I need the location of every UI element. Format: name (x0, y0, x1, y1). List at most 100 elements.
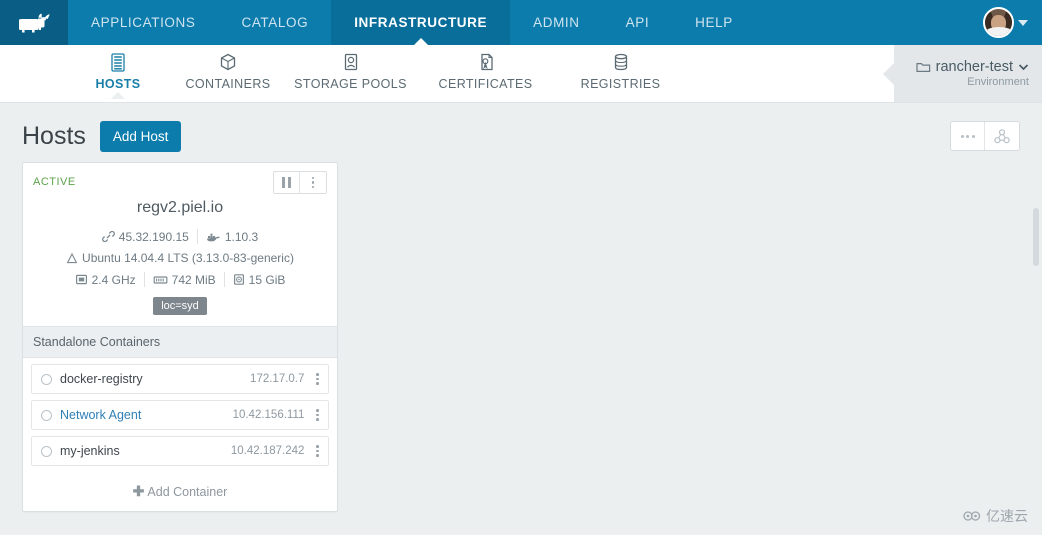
container-ip: 172.17.0.7 (250, 373, 305, 385)
scrollbar-thumb[interactable] (1033, 208, 1039, 266)
environment-selector[interactable]: rancher-test Environment (883, 45, 1042, 102)
nav-item-help[interactable]: HELP (672, 0, 756, 45)
cluster-view-button[interactable] (985, 122, 1019, 150)
container-state-icon (41, 445, 52, 457)
container-menu-button[interactable] (313, 373, 322, 385)
hosts-icon (111, 53, 125, 72)
container-list: docker-registry 172.17.0.7 Network Agent… (23, 358, 337, 476)
kebab-menu-icon (316, 409, 319, 421)
container-ip: 10.42.187.242 (230, 445, 305, 457)
host-name[interactable]: regv2.piel.io (23, 190, 337, 229)
folder-icon (916, 63, 930, 72)
host-labels: loc=syd (23, 294, 337, 326)
chevron-down-icon (1018, 64, 1029, 71)
tab-label-storage-pools: STORAGE POOLS (294, 77, 407, 91)
host-stat-docker: 1.10.3 (198, 230, 266, 244)
list-item[interactable]: my-jenkins 10.42.187.242 (31, 436, 329, 466)
nav-label-applications: APPLICATIONS (91, 15, 196, 30)
memory-icon (153, 275, 168, 284)
list-item[interactable]: docker-registry 172.17.0.7 (31, 364, 329, 394)
host-stat-disk: 15 GiB (225, 273, 294, 287)
page-content: Hosts Add Host ACTIVE regv2.piel.io 45.3… (0, 103, 1042, 535)
nav-label-api: API (625, 15, 650, 30)
storage-pools-icon (344, 53, 357, 71)
container-menu-button[interactable] (313, 445, 322, 457)
host-stat-ip: 45.32.190.15 (94, 230, 197, 244)
top-nav-spacer (756, 0, 983, 45)
tab-certificates[interactable]: CERTIFICATES (418, 45, 553, 91)
nav-label-help: HELP (695, 15, 733, 30)
avatar[interactable] (983, 7, 1014, 38)
kebab-menu-icon (316, 373, 319, 385)
container-name[interactable]: docker-registry (60, 372, 250, 386)
tab-hosts[interactable]: HOSTS (63, 45, 173, 99)
standalone-containers-header: Standalone Containers (23, 326, 337, 358)
environment-name: rancher-test (935, 59, 1013, 75)
page-header: Hosts Add Host (16, 103, 1026, 162)
tab-storage-pools[interactable]: STORAGE POOLS (283, 45, 418, 91)
host-card-header: ACTIVE (23, 163, 337, 194)
certificates-icon (480, 53, 493, 71)
host-stats-row-network: 45.32.190.15 1.10.3 (23, 229, 337, 251)
pause-icon (281, 177, 292, 188)
tab-label-certificates: CERTIFICATES (438, 77, 533, 91)
disk-icon (233, 274, 244, 285)
chevron-down-icon[interactable] (1018, 19, 1028, 26)
kebab-menu-icon (311, 176, 315, 189)
status-badge: ACTIVE (33, 176, 76, 188)
header-action-group (950, 121, 1020, 151)
tab-registries[interactable]: REGISTRIES (553, 45, 688, 91)
environment-sublabel: Environment (967, 76, 1029, 88)
avatar-shoulders (985, 27, 1012, 36)
cluster-nodes-icon (994, 128, 1010, 143)
host-label-tag[interactable]: loc=syd (153, 297, 207, 315)
rancher-logo[interactable] (0, 0, 68, 45)
host-docker-version: 1.10.3 (224, 229, 259, 244)
registries-icon (614, 53, 627, 71)
host-cpu-value: 2.4 GHz (91, 272, 136, 287)
plus-icon: ✚ (132, 483, 145, 499)
tab-label-containers: CONTAINERS (185, 77, 271, 91)
host-stats-row-os: Ubuntu 14.04.4 LTS (3.13.0-83-generic) (23, 251, 337, 272)
container-name[interactable]: Network Agent (60, 408, 233, 422)
tab-containers[interactable]: CONTAINERS (173, 45, 283, 91)
container-menu-button[interactable] (313, 409, 322, 421)
sub-nav-spacer (688, 45, 894, 102)
host-disk-value: 15 GiB (248, 272, 286, 287)
nav-item-api[interactable]: API (603, 0, 673, 45)
add-container-button[interactable]: ✚ Add Container (23, 476, 337, 511)
environment-name-row: rancher-test (916, 59, 1029, 75)
tab-label-hosts: HOSTS (95, 77, 141, 91)
top-navigation-bar: APPLICATIONS CATALOG INFRASTRUCTURE ADMI… (0, 0, 1042, 46)
user-menu[interactable] (983, 0, 1042, 45)
more-actions-button[interactable] (951, 122, 985, 150)
host-menu-button[interactable] (300, 172, 326, 193)
nav-item-admin[interactable]: ADMIN (510, 0, 603, 45)
page-title: Hosts (22, 122, 86, 150)
nav-item-catalog[interactable]: CATALOG (218, 0, 331, 45)
host-card-actions (273, 171, 327, 194)
ubuntu-icon (66, 252, 78, 263)
list-item[interactable]: Network Agent 10.42.156.111 (31, 400, 329, 430)
container-name[interactable]: my-jenkins (60, 444, 231, 458)
container-ip: 10.42.156.111 (232, 409, 305, 421)
host-os-value: Ubuntu 14.04.4 LTS (3.13.0-83-generic) (82, 251, 294, 265)
watermark: 亿速云 (956, 503, 1034, 529)
host-card[interactable]: ACTIVE regv2.piel.io 45.32.190.15 1.10.3… (22, 162, 338, 512)
nav-item-infrastructure[interactable]: INFRASTRUCTURE (331, 0, 511, 46)
scrollbar[interactable] (1032, 206, 1040, 535)
container-state-icon (41, 409, 52, 421)
pause-host-button[interactable] (274, 172, 300, 193)
containers-icon (220, 53, 236, 71)
docker-icon (206, 233, 220, 241)
cpu-icon (75, 274, 87, 285)
host-stat-os: Ubuntu 14.04.4 LTS (3.13.0-83-generic) (58, 251, 302, 265)
ellipsis-icon (960, 134, 975, 138)
link-icon (101, 230, 115, 243)
nav-item-applications[interactable]: APPLICATIONS (68, 0, 218, 45)
add-host-button[interactable]: Add Host (99, 121, 182, 152)
tab-label-registries: REGISTRIES (580, 77, 661, 91)
host-stats-row-resources: 2.4 GHz 742 MiB 15 GiB (23, 272, 337, 294)
nav-label-catalog: CATALOG (241, 15, 309, 30)
nav-label-infrastructure: INFRASTRUCTURE (354, 15, 488, 30)
